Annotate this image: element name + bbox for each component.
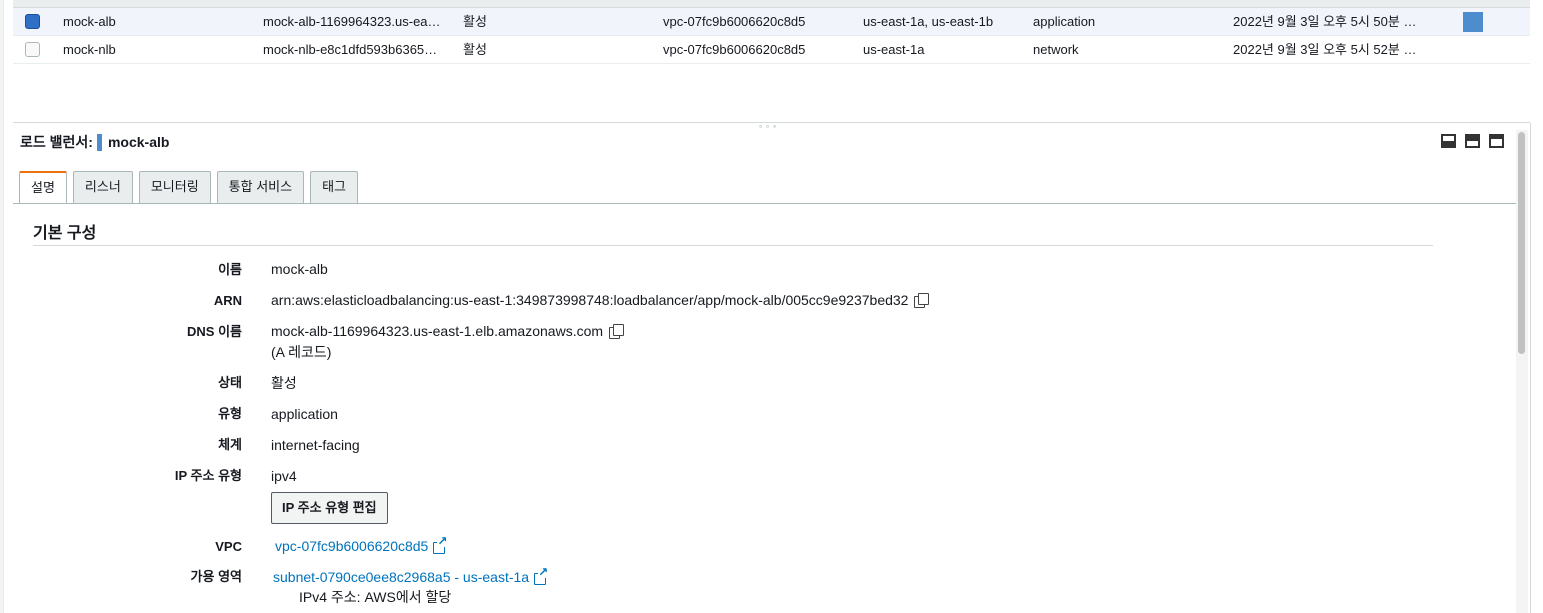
prop-label: 이름 xyxy=(218,262,242,277)
prop-value-wrap: mock-alb-1169964323.us-east-1.elb.amazon… xyxy=(271,321,625,341)
prop-value: 활성 xyxy=(271,375,297,391)
panel-view-controls xyxy=(1441,134,1504,148)
prop-label: ARN xyxy=(213,293,242,308)
panel-view-medium-icon[interactable] xyxy=(1465,134,1480,148)
tab-divider xyxy=(13,203,1516,204)
dns-note: (A 레코드) xyxy=(271,344,332,360)
cell-type: network xyxy=(1033,42,1079,57)
detail-header: 로드 밸런서: mock-alb xyxy=(20,133,169,151)
tab-integrated-services[interactable]: 통합 서비스 xyxy=(216,171,305,203)
copy-icon[interactable] xyxy=(914,293,930,308)
tab-description[interactable]: 설명 xyxy=(19,171,67,204)
prop-value-wrap: arn:aws:elasticloadbalancing:us-east-1:3… xyxy=(271,290,930,310)
prop-label: VPC xyxy=(215,539,242,554)
cell-name: mock-nlb xyxy=(63,42,116,57)
section-title: 기본 구성 xyxy=(33,225,97,242)
prop-value: internet-facing xyxy=(271,437,360,453)
cell-state: 활성 xyxy=(463,42,487,57)
cell-type: application xyxy=(1033,14,1096,29)
dns-value: mock-alb-1169964323.us-east-1.elb.amazon… xyxy=(271,323,604,339)
cell-zones: us-east-1a, us-east-1b xyxy=(863,14,994,29)
cell-created: 2022년 9월 3일 오후 5시 50분 … xyxy=(1233,14,1417,29)
cell-dns: mock-alb-1169964323.us-ea… xyxy=(263,14,441,29)
arn-value: arn:aws:elasticloadbalancing:us-east-1:3… xyxy=(271,292,909,308)
panel-border xyxy=(1530,123,1531,613)
row-status-swatch xyxy=(1463,12,1483,32)
cell-zones: us-east-1a xyxy=(863,42,925,57)
prop-label: 가용 영역 xyxy=(190,569,242,584)
cell-name: mock-alb xyxy=(63,14,116,29)
detail-name: mock-alb xyxy=(107,134,170,150)
table-row[interactable]: mock-nlb mock-nlb-e8c1dfd593b6365… 활성 vp… xyxy=(13,36,1530,64)
external-link-icon[interactable] xyxy=(534,566,549,585)
tab-monitoring[interactable]: 모니터링 xyxy=(138,171,211,203)
section-divider xyxy=(33,245,1433,246)
prop-label: DNS 이름 xyxy=(187,324,242,339)
cell-vpc: vpc-07fc9b6006620c8d5 xyxy=(663,42,806,57)
cell-dns: mock-nlb-e8c1dfd593b6365… xyxy=(263,42,438,57)
prop-value-wrap: subnet-0790ce0ee8c2968a5 - us-east-1a xyxy=(273,566,549,587)
prop-value: ipv4 xyxy=(271,468,297,484)
prop-value-wrap: vpc-07fc9b6006620c8d5 xyxy=(275,535,448,556)
az-note: IPv4 주소: AWS에서 할당 xyxy=(299,589,452,605)
prop-label: 체계 xyxy=(218,437,242,452)
cell-created: 2022년 9월 3일 오후 5시 52분 … xyxy=(1233,42,1417,57)
detail-label: 로드 밸런서: xyxy=(20,134,93,150)
name-marker xyxy=(96,133,102,151)
table-header-strip xyxy=(13,0,1530,8)
panel-view-small-icon[interactable] xyxy=(1441,134,1456,148)
resize-grip-icon[interactable]: ∘∘∘ xyxy=(758,122,779,131)
edit-ip-type-button[interactable]: IP 주소 유형 편집 xyxy=(271,492,388,524)
cell-vpc: vpc-07fc9b6006620c8d5 xyxy=(663,14,806,29)
external-link-icon[interactable] xyxy=(433,535,448,554)
tab-listeners[interactable]: 리스너 xyxy=(72,171,133,203)
tab-tags[interactable]: 태그 xyxy=(310,171,358,203)
prop-value: mock-alb xyxy=(271,261,328,277)
detail-tabs: 설명 리스너 모니터링 통합 서비스 태그 xyxy=(19,171,358,204)
panel-view-large-icon[interactable] xyxy=(1489,134,1504,148)
prop-label: IP 주소 유형 xyxy=(174,468,242,483)
scrollbar-thumb[interactable] xyxy=(1518,132,1525,354)
table-empty-area xyxy=(13,63,1530,123)
vpc-link[interactable]: vpc-07fc9b6006620c8d5 xyxy=(275,538,428,554)
load-balancer-table: mock-alb mock-alb-1169964323.us-ea… 활성 v… xyxy=(13,8,1530,64)
prop-value: application xyxy=(271,406,338,422)
row-checkbox[interactable] xyxy=(25,42,40,57)
copy-icon[interactable] xyxy=(609,324,625,339)
prop-label: 상태 xyxy=(218,375,242,390)
prop-label: 유형 xyxy=(218,406,242,421)
scrollbar[interactable] xyxy=(1516,130,1528,613)
left-edge xyxy=(0,0,4,613)
cell-state: 활성 xyxy=(463,14,487,29)
table-row[interactable]: mock-alb mock-alb-1169964323.us-ea… 활성 v… xyxy=(13,8,1530,36)
row-checkbox[interactable] xyxy=(25,14,40,29)
subnet-link[interactable]: subnet-0790ce0ee8c2968a5 - us-east-1a xyxy=(273,569,529,585)
